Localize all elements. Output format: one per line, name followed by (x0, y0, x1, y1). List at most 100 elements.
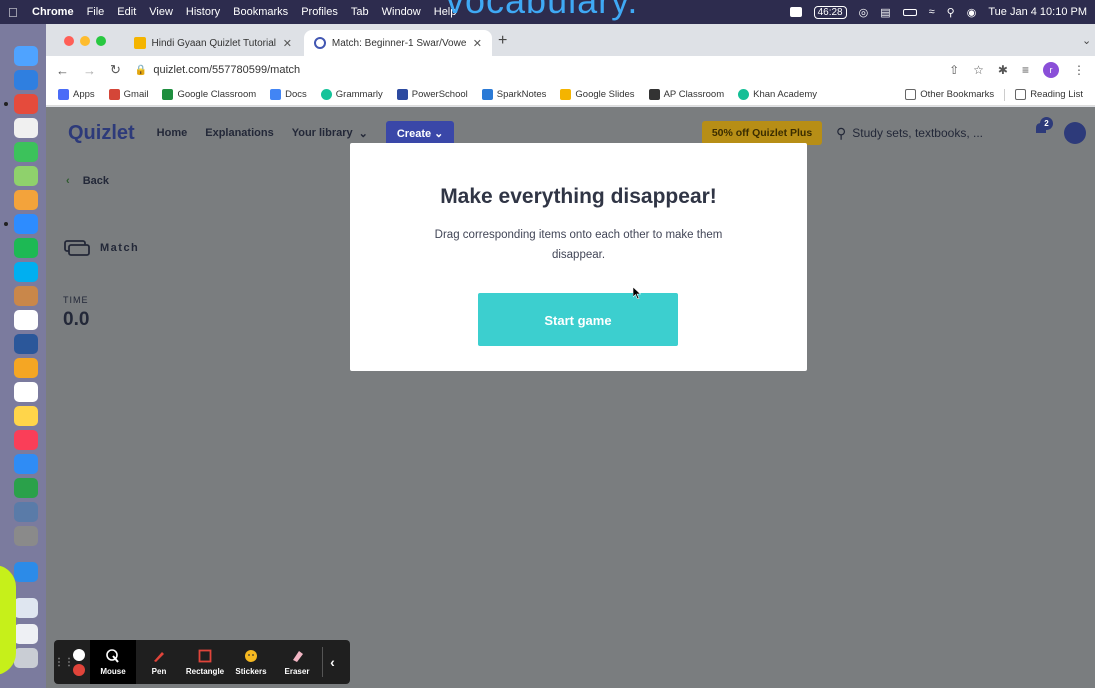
menu-history[interactable]: History (186, 6, 220, 18)
tool-eraser[interactable]: Eraser (274, 640, 320, 684)
pause-recording-icon[interactable] (73, 648, 85, 661)
menu-tab[interactable]: Tab (351, 6, 369, 18)
bookmark-docs[interactable]: Docs (270, 89, 307, 100)
skype-icon[interactable] (14, 262, 38, 282)
notes-icon[interactable] (14, 406, 38, 426)
close-window-button[interactable] (64, 36, 74, 46)
new-tab-button[interactable]: + (498, 32, 507, 50)
tool-mouse[interactable]: Mouse (90, 640, 136, 684)
close-tab-icon[interactable]: ✕ (473, 37, 482, 50)
control-center-icon[interactable]: ◎ (859, 6, 869, 19)
minimize-window-button[interactable] (80, 36, 90, 46)
wifi-icon[interactable]: ≈ (929, 6, 935, 18)
reading-list-button[interactable]: Reading List (1015, 89, 1083, 100)
bookmark-label: AP Classroom (663, 89, 725, 100)
other-bookmarks-folder[interactable]: Other Bookmarks (905, 89, 994, 100)
bookmark-grammarly[interactable]: Grammarly (320, 89, 383, 100)
nav-your-library[interactable]: Your library ⌄ (292, 127, 368, 140)
bookmark-apps[interactable]: Apps (58, 89, 95, 100)
siri-icon[interactable]: ◉ (967, 6, 977, 19)
extensions-icon[interactable]: ✱ (998, 63, 1008, 77)
apple-menu-icon[interactable]:  (8, 5, 22, 20)
nav-explanations[interactable]: Explanations (205, 127, 273, 139)
menu-help[interactable]: Help (434, 6, 457, 18)
bookmark-google-slides[interactable]: Google Slides (560, 89, 635, 100)
keynote-icon[interactable] (14, 562, 38, 582)
quizlet-logo[interactable]: Quizlet (68, 122, 135, 145)
reminders-icon[interactable] (14, 382, 38, 402)
facetime-camera-icon[interactable] (14, 478, 38, 498)
zoom-window-button[interactable] (96, 36, 106, 46)
keyboard-icon[interactable]: ▤ (880, 6, 890, 19)
safari-icon[interactable] (14, 70, 38, 90)
address-bar[interactable]: quizlet.com/557780599/match (153, 64, 300, 76)
collapse-toolbar-icon[interactable]: ‹ (322, 647, 342, 677)
menu-file[interactable]: File (87, 6, 105, 18)
documents-folder-icon[interactable] (14, 624, 38, 644)
pages-icon[interactable] (14, 358, 38, 378)
tool-stickers[interactable]: Stickers (228, 640, 274, 684)
user-avatar[interactable] (1064, 122, 1086, 144)
settings-icon[interactable] (14, 526, 38, 546)
menu-edit[interactable]: Edit (117, 6, 136, 18)
tab-quizlet-match[interactable]: Match: Beginner-1 Swar/Vowel ✕ (304, 30, 492, 56)
menu-bookmarks[interactable]: Bookmarks (233, 6, 288, 18)
more-menu-icon[interactable]: ⋮ (1073, 63, 1085, 77)
tab-hindi-gyaan[interactable]: Hindi Gyaan Quizlet Tutorial - ✕ (124, 30, 302, 56)
battery-icon[interactable] (902, 8, 917, 16)
bookmark-star-icon[interactable]: ☆ (973, 63, 984, 77)
bookmark-ap-classroom[interactable]: AP Classroom (648, 89, 725, 100)
downloads-folder-icon[interactable] (14, 598, 38, 618)
chrome-icon[interactable] (14, 94, 38, 114)
tab-search-chevron-icon[interactable]: ⌄ (1082, 34, 1091, 47)
match-cards-icon (64, 240, 90, 256)
bookmark-label: Khan Academy (753, 89, 818, 100)
bookmark-google-classroom[interactable]: Google Classroom (162, 89, 256, 100)
menu-window[interactable]: Window (382, 6, 421, 18)
tool-rectangle[interactable]: Rectangle (182, 640, 228, 684)
menu-profiles[interactable]: Profiles (301, 6, 338, 18)
screen-record-icon[interactable] (789, 7, 802, 17)
calendar-icon[interactable] (14, 118, 38, 138)
books-icon[interactable] (14, 286, 38, 306)
preview-icon[interactable] (14, 502, 38, 522)
profile-avatar[interactable]: r (1043, 62, 1059, 78)
quizlet-plus-promo-button[interactable]: 50% off Quizlet Plus (702, 121, 822, 145)
reading-mode-icon[interactable]: ≡ (1022, 63, 1029, 77)
menu-app-name[interactable]: Chrome (32, 6, 74, 18)
spotlight-icon[interactable]: ⚲ (947, 6, 955, 19)
bookmark-sparknotes[interactable]: SparkNotes (481, 89, 546, 100)
share-icon[interactable]: ⇧ (949, 63, 959, 77)
tab-bar: Hindi Gyaan Quizlet Tutorial - ✕ Match: … (46, 24, 1095, 56)
trash-icon[interactable] (14, 648, 38, 668)
forward-arrow-icon[interactable]: → (83, 63, 96, 78)
music-icon[interactable] (14, 430, 38, 450)
recording-timer[interactable]: 46:28 (813, 5, 847, 19)
facetime-icon[interactable] (14, 142, 38, 162)
bookmark-powerschool[interactable]: PowerSchool (396, 89, 468, 100)
nav-home[interactable]: Home (157, 127, 188, 139)
menu-view[interactable]: View (149, 6, 173, 18)
maps-icon[interactable] (14, 166, 38, 186)
finder-icon[interactable] (14, 46, 38, 66)
stop-recording-icon[interactable] (73, 663, 85, 676)
photos-icon[interactable] (14, 190, 38, 210)
spotify-icon[interactable] (14, 238, 38, 258)
drag-handle-icon[interactable]: ⋮⋮ (54, 657, 74, 668)
bookmark-khan-academy[interactable]: Khan Academy (738, 89, 817, 100)
close-tab-icon[interactable]: ✕ (283, 37, 292, 50)
tool-pen[interactable]: Pen (136, 640, 182, 684)
zoom-icon[interactable] (14, 214, 38, 234)
back-link[interactable]: ‹ Back (66, 175, 109, 187)
clock-datetime[interactable]: Tue Jan 4 10:10 PM (988, 6, 1087, 18)
bookmark-gmail[interactable]: Gmail (108, 89, 148, 100)
reload-icon[interactable]: ↻ (110, 62, 121, 78)
start-game-button[interactable]: Start game (478, 293, 678, 346)
app-store-icon[interactable] (14, 454, 38, 474)
rectangle-icon (198, 649, 212, 662)
word-icon[interactable] (14, 334, 38, 354)
search-input[interactable]: ⚲ Study sets, textbooks, ... (836, 121, 1006, 145)
back-arrow-icon[interactable]: ← (56, 63, 69, 78)
create-button[interactable]: Create ⌄ (385, 120, 455, 146)
calendar-day-icon[interactable] (14, 310, 38, 330)
